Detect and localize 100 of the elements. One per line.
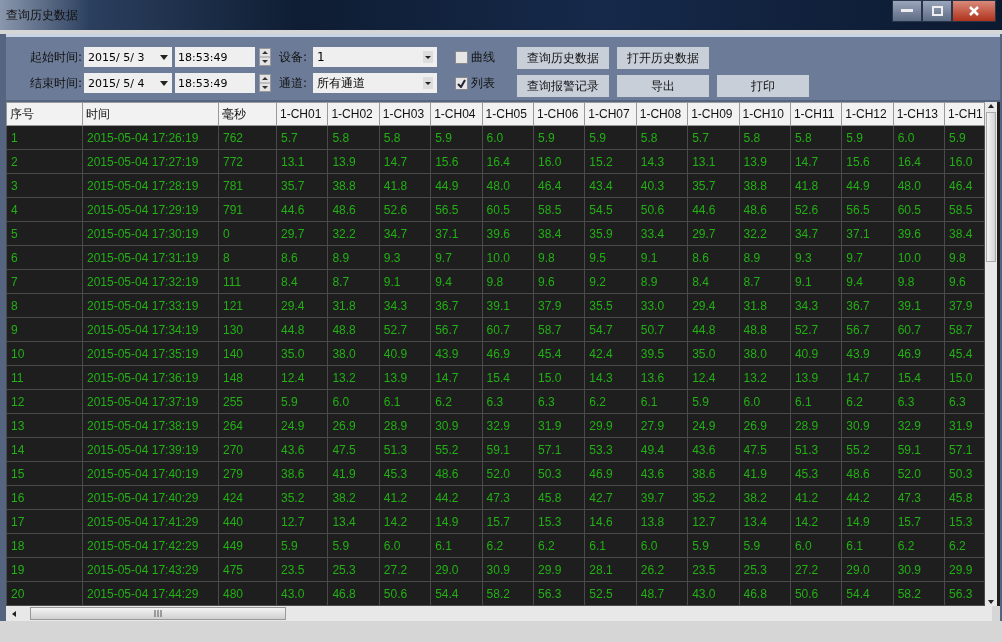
column-header[interactable]: 1-CH05 xyxy=(482,102,534,126)
maximize-button[interactable] xyxy=(922,0,952,22)
table-cell: 15 xyxy=(6,461,83,486)
table-cell: 29.9 xyxy=(584,413,637,438)
table-cell: 6.0 xyxy=(482,125,534,150)
column-header[interactable]: 1-CH10 xyxy=(739,102,791,126)
table-cell: 14.3 xyxy=(636,149,688,174)
time-field[interactable]: 18:53:49 xyxy=(175,73,256,93)
column-header[interactable]: 1-CH08 xyxy=(636,102,688,126)
action-button[interactable]: 查询报警记录 xyxy=(517,75,610,97)
table-cell: 16 xyxy=(6,485,83,510)
close-button[interactable] xyxy=(952,0,996,22)
column-header[interactable]: 1-CH07 xyxy=(584,102,637,126)
table-cell: 46.8 xyxy=(327,581,380,606)
table-cell: 5.7 xyxy=(687,125,739,150)
close-icon xyxy=(968,6,980,16)
table-cell: 48.8 xyxy=(327,317,380,342)
table-cell: 16.0 xyxy=(533,149,585,174)
table-cell: 35.7 xyxy=(276,173,328,198)
table-cell: 46.4 xyxy=(533,173,585,198)
table-cell: 37.9 xyxy=(533,293,585,318)
table-cell: 25.3 xyxy=(327,557,380,582)
horizontal-scrollbar[interactable] xyxy=(6,606,992,621)
table-cell: 9.6 xyxy=(944,269,985,294)
table-cell: 5 xyxy=(6,221,83,246)
field-label: 起始时间: xyxy=(30,48,83,66)
column-header[interactable]: 1-CH03 xyxy=(379,102,431,126)
spin-buttons-icon[interactable] xyxy=(259,48,272,66)
table-cell: 13.2 xyxy=(327,365,380,390)
table-cell: 9 xyxy=(6,317,83,342)
table-cell: 5.7 xyxy=(276,125,328,150)
maximize-icon xyxy=(931,6,943,16)
table-cell: 39.6 xyxy=(482,221,534,246)
table-cell: 5.9 xyxy=(687,389,739,414)
table-cell: 9.8 xyxy=(893,269,945,294)
table-cell: 6.1 xyxy=(636,389,688,414)
table-cell: 44.2 xyxy=(841,485,894,510)
table-cell: 39.1 xyxy=(893,293,945,318)
date-picker[interactable]: 2015/ 5/ 4 xyxy=(84,73,173,93)
table-cell: 54.4 xyxy=(430,581,483,606)
table-cell: 44.6 xyxy=(276,197,328,222)
spin-buttons-icon[interactable] xyxy=(259,74,272,92)
column-header[interactable]: 1-CH1 xyxy=(944,102,985,126)
action-button[interactable]: 打印 xyxy=(717,75,810,97)
column-header[interactable]: 1-CH01 xyxy=(276,102,328,126)
column-header[interactable]: 1-CH04 xyxy=(430,102,483,126)
table-cell: 41.9 xyxy=(739,461,791,486)
column-header[interactable]: 1-CH09 xyxy=(687,102,739,126)
table-cell: 55.2 xyxy=(430,437,483,462)
table-cell: 35.2 xyxy=(276,485,328,510)
table-cell: 32.9 xyxy=(482,413,534,438)
table-cell: 52.5 xyxy=(584,581,637,606)
vertical-scrollbar[interactable] xyxy=(985,102,998,606)
table-cell: 2015-05-04 17:39:19 xyxy=(82,437,219,462)
table-cell: 8.7 xyxy=(327,269,380,294)
scroll-thumb[interactable] xyxy=(986,112,997,262)
table-cell: 24.9 xyxy=(687,413,739,438)
action-button[interactable]: 打开历史数据 xyxy=(617,47,710,69)
time-field[interactable]: 18:53:49 xyxy=(175,47,256,67)
scroll-up-icon[interactable] xyxy=(987,102,996,110)
table-cell: 44.8 xyxy=(276,317,328,342)
action-button[interactable]: 导出 xyxy=(617,75,710,97)
action-button[interactable]: 查询历史数据 xyxy=(517,47,610,69)
table-cell: 440 xyxy=(218,509,277,534)
dropdown[interactable]: 所有通道 xyxy=(313,73,438,93)
table-cell: 27.2 xyxy=(379,557,431,582)
checkbox[interactable] xyxy=(455,76,469,90)
column-header[interactable]: 1-CH12 xyxy=(841,102,894,126)
column-header[interactable]: 1-CH13 xyxy=(893,102,945,126)
table-cell: 9.2 xyxy=(584,269,637,294)
column-header[interactable]: 1-CH11 xyxy=(790,102,842,126)
table-cell: 43.6 xyxy=(687,437,739,462)
column-header[interactable]: 1-CH02 xyxy=(327,102,380,126)
minimize-button[interactable] xyxy=(892,0,922,22)
table-cell: 8.4 xyxy=(276,269,328,294)
date-picker[interactable]: 2015/ 5/ 3 xyxy=(84,47,173,67)
table-cell: 480 xyxy=(218,581,277,606)
column-header[interactable]: 1-CH06 xyxy=(533,102,585,126)
table-cell: 7 xyxy=(6,269,83,294)
column-header[interactable]: 序号 xyxy=(6,102,83,126)
table-cell: 40.9 xyxy=(790,341,842,366)
table-cell: 34.7 xyxy=(790,221,842,246)
column-header[interactable]: 毫秒 xyxy=(218,102,277,126)
table-cell: 56.3 xyxy=(944,581,985,606)
scroll-down-icon[interactable] xyxy=(987,598,996,606)
table-cell: 13.1 xyxy=(276,149,328,174)
checkbox[interactable] xyxy=(455,50,469,64)
table-cell: 12.7 xyxy=(687,509,739,534)
column-header[interactable]: 时间 xyxy=(82,102,219,126)
scroll-left-icon[interactable] xyxy=(10,609,18,618)
scroll-thumb[interactable] xyxy=(30,607,286,620)
dropdown[interactable]: 1 xyxy=(313,47,438,67)
table-cell: 2015-05-04 17:35:19 xyxy=(82,341,219,366)
table-cell: 8 xyxy=(6,293,83,318)
table-cell: 255 xyxy=(218,389,277,414)
table-cell: 14.7 xyxy=(841,365,894,390)
table-cell: 52.0 xyxy=(893,461,945,486)
table-cell: 16.4 xyxy=(893,149,945,174)
table-cell: 58.5 xyxy=(533,197,585,222)
table-cell: 43.4 xyxy=(584,173,637,198)
